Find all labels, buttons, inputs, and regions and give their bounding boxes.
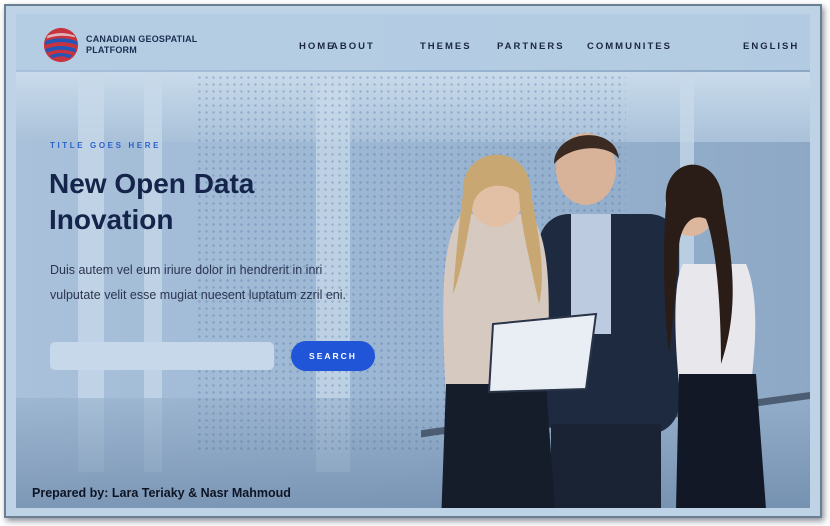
brand-logo[interactable]: CANADIAN GEOSPATIAL PLATFORM — [42, 26, 197, 64]
search-input[interactable] — [50, 342, 274, 370]
presentation-frame: CANADIAN GEOSPATIAL PLATFORM HOME ABOUT … — [4, 4, 822, 518]
business-people-photo — [421, 133, 810, 508]
hero-section: CANADIAN GEOSPATIAL PLATFORM HOME ABOUT … — [16, 14, 810, 508]
brand-name: CANADIAN GEOSPATIAL PLATFORM — [86, 34, 197, 56]
nav-about[interactable]: ABOUT — [331, 41, 375, 52]
language-selector[interactable]: ENGLISH — [743, 41, 799, 52]
hero-description: Duis autem vel eum iriure dolor in hendr… — [50, 263, 346, 302]
search-button[interactable]: SEARCH — [291, 341, 375, 371]
hero-headline-line-1: New Open Data — [49, 168, 255, 199]
nav-communities[interactable]: COMMUNITES — [587, 41, 672, 52]
hero-eyebrow: TITLE GOES HERE — [50, 141, 162, 150]
document-papers — [487, 312, 598, 394]
brand-name-line-2: PLATFORM — [86, 45, 137, 55]
brand-name-line-1: CANADIAN GEOSPATIAL — [86, 34, 198, 44]
woman-right-figure — [664, 164, 766, 508]
nav-themes[interactable]: THEMES — [420, 41, 472, 52]
prepared-by-caption: Prepared by: Lara Teriaky & Nasr Mahmoud — [32, 486, 291, 500]
top-navigation-bar: CANADIAN GEOSPATIAL PLATFORM HOME ABOUT … — [16, 14, 810, 70]
hero-headline: New Open Data Inovation — [49, 166, 349, 238]
nav-partners[interactable]: PARTNERS — [497, 41, 565, 52]
hero-headline-line-2: Inovation — [49, 204, 174, 235]
striped-globe-logo-icon — [43, 27, 79, 63]
